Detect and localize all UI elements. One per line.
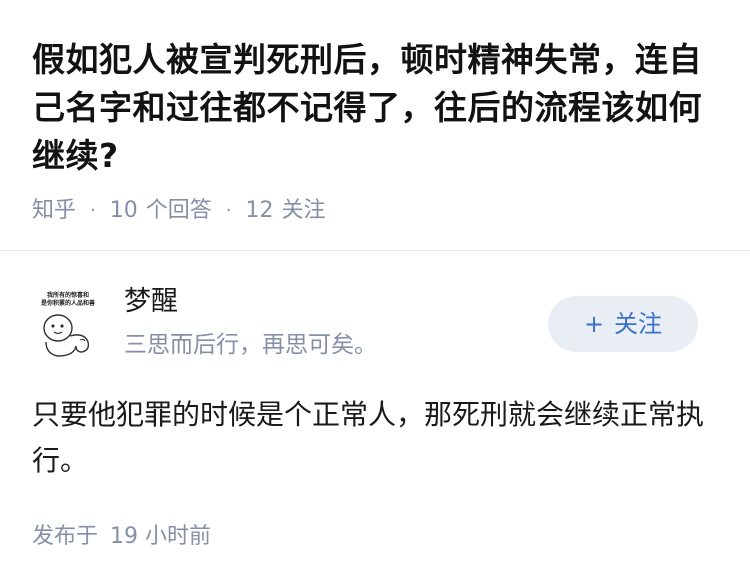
author-name[interactable]: 梦醒 [124, 284, 178, 320]
svg-text:我所有的惊喜和: 我所有的惊喜和 [47, 291, 89, 299]
answer-body[interactable]: 只要他犯罪的时候是个正常人，那死刑就会继续正常执行。 [32, 392, 718, 484]
meta-separator: · [225, 200, 232, 221]
publish-label: 发布于 [32, 524, 99, 549]
meta-separator: · [90, 200, 96, 221]
follow-button[interactable]: + 关注 [548, 296, 698, 352]
section-divider [0, 250, 750, 251]
answer-count: 10 [109, 198, 138, 223]
follow-count-label: 关注 [281, 198, 326, 223]
author-bio: 三思而后行，再思可矣。 [124, 332, 377, 358]
follow-button-label: 关注 [614, 310, 663, 338]
source-label[interactable]: 知乎 [32, 196, 76, 226]
cartoon-sticker-avatar-icon: 我所有的惊喜和 是你积累的人品和善 [32, 286, 104, 358]
svg-text:是你积累的人品和善: 是你积累的人品和善 [40, 299, 95, 307]
avatar[interactable]: 我所有的惊喜和 是你积累的人品和善 [32, 286, 104, 358]
question-meta: 知乎 · 10 个回答 · 12 关注 [32, 196, 326, 226]
follow-count: 12 [245, 198, 274, 223]
answer-timestamp: 发布于 19 小时前 [32, 520, 211, 554]
answer-count-label: 个回答 [145, 198, 212, 223]
question-title[interactable]: 假如犯人被宣判死刑后，顿时精神失常，连自己名字和过往都不记得了，往后的流程该如何… [32, 36, 722, 180]
plus-icon: + [583, 310, 605, 338]
publish-time: 19 小时前 [110, 524, 212, 549]
